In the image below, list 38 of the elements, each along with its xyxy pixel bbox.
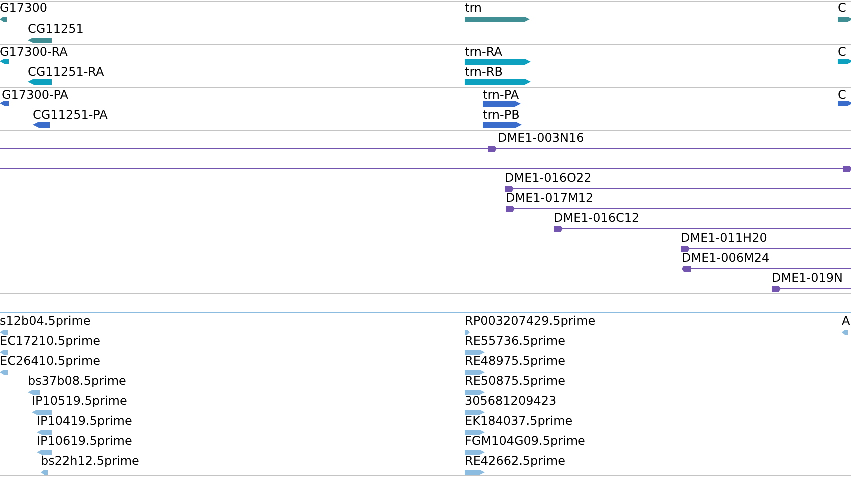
feature-label: DME1-016C12 [554, 211, 640, 225]
feature-label: 305681209423 [465, 394, 557, 408]
feature-label: A [842, 314, 850, 328]
feature-label: EK184037.5prime [465, 414, 573, 428]
feature-label: DME1-019N [772, 271, 844, 285]
feature-label: DME1-003N16 [498, 131, 584, 145]
feature-label: FGM104G09.5prime [465, 434, 586, 448]
feature-label: CG11251-PA [33, 108, 108, 122]
feature-label: G17300 [0, 1, 48, 15]
feature-label: DME1-017M12 [506, 191, 594, 205]
feature-label: trn-PA [483, 88, 520, 102]
feature-label: EC26410.5prime [0, 354, 101, 368]
feature-label: trn-RA [465, 45, 502, 59]
feature-label: trn-PB [483, 108, 520, 122]
feature-label: DME1-011H20 [681, 231, 768, 245]
feature-label: C [838, 1, 846, 15]
feature-label: IP10519.5prime [32, 394, 128, 408]
feature-label: CG11251 [28, 22, 84, 36]
feature-label: RE48975.5prime [465, 354, 566, 368]
feature-label: IP10419.5prime [37, 414, 132, 428]
feature-label: RE55736.5prime [465, 334, 566, 348]
feature-label: C [838, 45, 846, 59]
feature-label: bs22h12.5prime [41, 454, 140, 468]
feature-label: trn-RB [465, 65, 503, 79]
feature-label: C [838, 88, 846, 102]
feature-label: bs37b08.5prime [28, 374, 126, 388]
feature-label: CG11251-RA [28, 65, 104, 79]
feature-label: RE50875.5prime [465, 374, 566, 388]
feature-label: IP10619.5prime [37, 434, 132, 448]
feature-label: EC17210.5prime [0, 334, 101, 348]
feature-label: RE42662.5prime [465, 454, 566, 468]
feature-label: G17300-RA [0, 45, 68, 59]
feature-label: trn [465, 1, 482, 15]
feature-label: G17300-PA [2, 88, 68, 102]
feature-label: DME1-006M24 [682, 251, 770, 265]
feature-label: DME1-016O22 [505, 171, 592, 185]
feature-label: s12b04.5prime [0, 314, 91, 328]
feature-label: RP003207429.5prime [465, 314, 596, 328]
